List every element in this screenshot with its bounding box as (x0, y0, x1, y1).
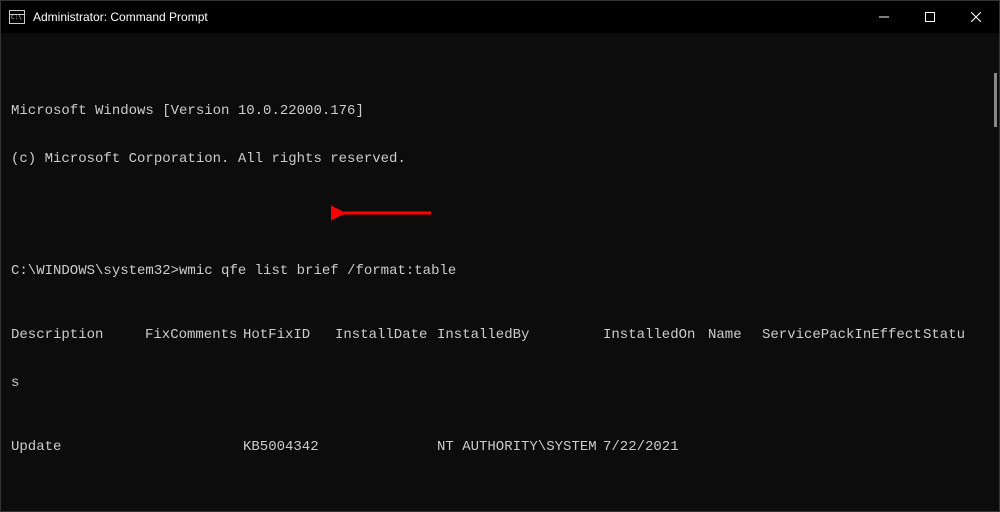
window-title: Administrator: Command Prompt (33, 10, 208, 24)
cell-fixcomments (145, 439, 243, 455)
blank-line (11, 199, 989, 215)
header-description: Description (11, 327, 145, 343)
header-servicepack: ServicePackInEffect (762, 327, 923, 343)
typed-command: wmic qfe list brief /format:table (179, 263, 456, 279)
blank-line (11, 487, 989, 503)
header-fixcomments: FixComments (145, 327, 243, 343)
table-row: Update KB5004342 NT AUTHORITY\SYSTEM 7/2… (11, 439, 989, 455)
header-installdate: InstallDate (335, 327, 437, 343)
maximize-icon (925, 12, 935, 22)
line-version: Microsoft Windows [Version 10.0.22000.17… (11, 103, 989, 119)
table-header-row: Description FixComments HotFixID Install… (11, 327, 989, 343)
titlebar-left: C:\ Administrator: Command Prompt (9, 10, 208, 24)
minimize-icon (879, 12, 889, 22)
header-status-tail: s (11, 375, 989, 391)
cell-installedby: NT AUTHORITY\SYSTEM (437, 439, 603, 455)
cmd-icon: C:\ (9, 10, 25, 24)
header-status-wrapped: Statu (923, 327, 965, 343)
scrollbar-thumb[interactable] (994, 73, 997, 127)
cell-installdate (335, 439, 437, 455)
cell-installedon: 7/22/2021 (603, 439, 708, 455)
close-icon (971, 12, 981, 22)
line-copyright: (c) Microsoft Corporation. All rights re… (11, 151, 989, 167)
maximize-button[interactable] (907, 1, 953, 33)
command-line: C:\WINDOWS\system32>wmic qfe list brief … (11, 263, 989, 279)
titlebar[interactable]: C:\ Administrator: Command Prompt (1, 1, 999, 33)
header-name: Name (708, 327, 762, 343)
cell-hotfixid: KB5004342 (243, 439, 335, 455)
prompt: C:\WINDOWS\system32> (11, 263, 179, 279)
header-installedon: InstalledOn (603, 327, 708, 343)
cell-description: Update (11, 439, 145, 455)
terminal-body[interactable]: Microsoft Windows [Version 10.0.22000.17… (1, 33, 999, 511)
header-installedby: InstalledBy (437, 327, 603, 343)
minimize-button[interactable] (861, 1, 907, 33)
header-hotfixid: HotFixID (243, 327, 335, 343)
close-button[interactable] (953, 1, 999, 33)
window-controls (861, 1, 999, 33)
command-prompt-window: C:\ Administrator: Command Prompt Micros… (0, 0, 1000, 512)
